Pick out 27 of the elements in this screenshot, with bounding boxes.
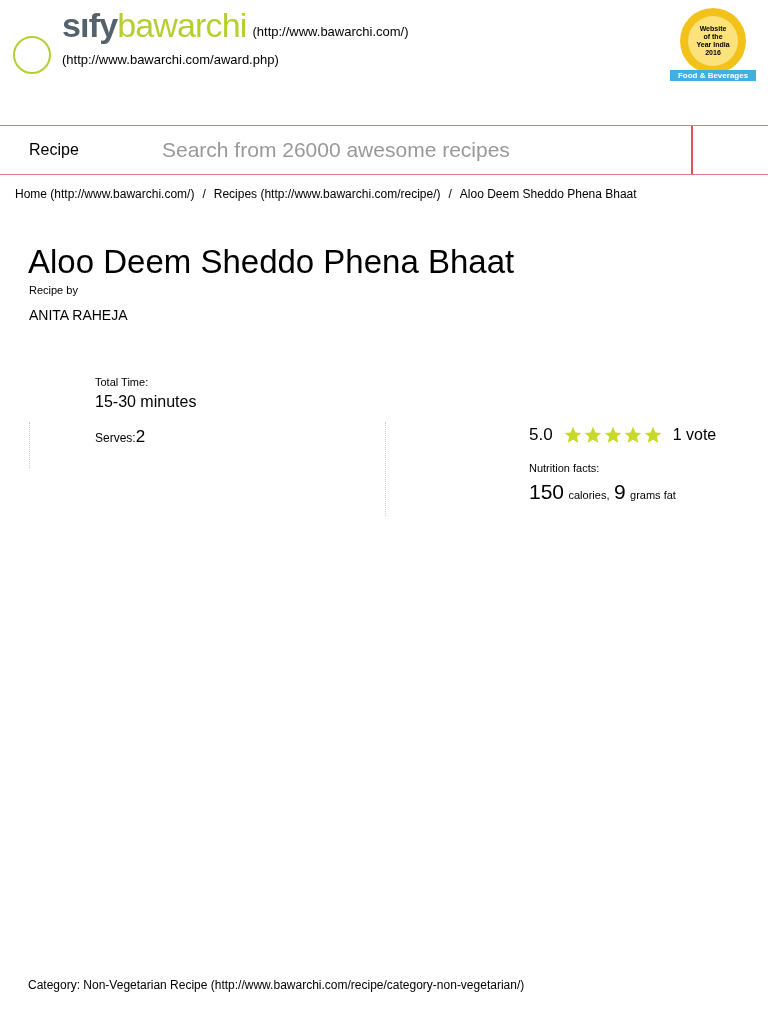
star-icon (582, 425, 603, 445)
star-icon (642, 425, 663, 445)
home-link[interactable]: (http://www.bawarchi.com/) (252, 22, 409, 42)
breadcrumb-link[interactable]: Aloo Deem Sheddo Phena Bhaat (459, 185, 637, 203)
award-link[interactable]: (http://www.bawarchi.com/award.php) (62, 50, 409, 70)
total-time-label: Total Time: (95, 374, 150, 390)
nutrition-label: Nutrition facts: (529, 460, 601, 476)
category-link[interactable]: Category: Non-Vegetarian Recipe (http://www.bawarchi.com/recipe/category-non-vegetarian/) (28, 978, 525, 992)
nutrition-values: 150 calories, 9 grams fat (529, 479, 677, 506)
search-category[interactable]: Recipe (29, 138, 162, 162)
author-name[interactable]: ANITA RAHEJA (29, 304, 768, 326)
breadcrumb-link[interactable]: Home (http://www.bawarchi.com/) (15, 185, 195, 203)
breadcrumb-separator: / (448, 186, 452, 203)
ring-icon (12, 35, 52, 75)
star-icon (602, 425, 623, 445)
total-time-value: 15-30 minutes (95, 392, 198, 413)
rating-score: 5.0 (529, 424, 553, 447)
recipe-title: Aloo Deem Sheddo Phena Bhaat (28, 242, 516, 282)
star-icon (622, 425, 643, 445)
breadcrumb-link[interactable]: Recipes (http://www.bawarchi.com/recipe/) (213, 185, 441, 203)
breadcrumb-separator: / (202, 186, 206, 203)
byline-label: Recipe by (29, 283, 79, 299)
search-field[interactable]: Search from 26000 awesome recipes (162, 126, 691, 174)
serves-info: Serves:2 (95, 431, 146, 446)
vote-count: 1 vote (672, 425, 717, 445)
logo[interactable]: sıfybawarchi (62, 8, 247, 42)
star-icon (562, 425, 583, 445)
